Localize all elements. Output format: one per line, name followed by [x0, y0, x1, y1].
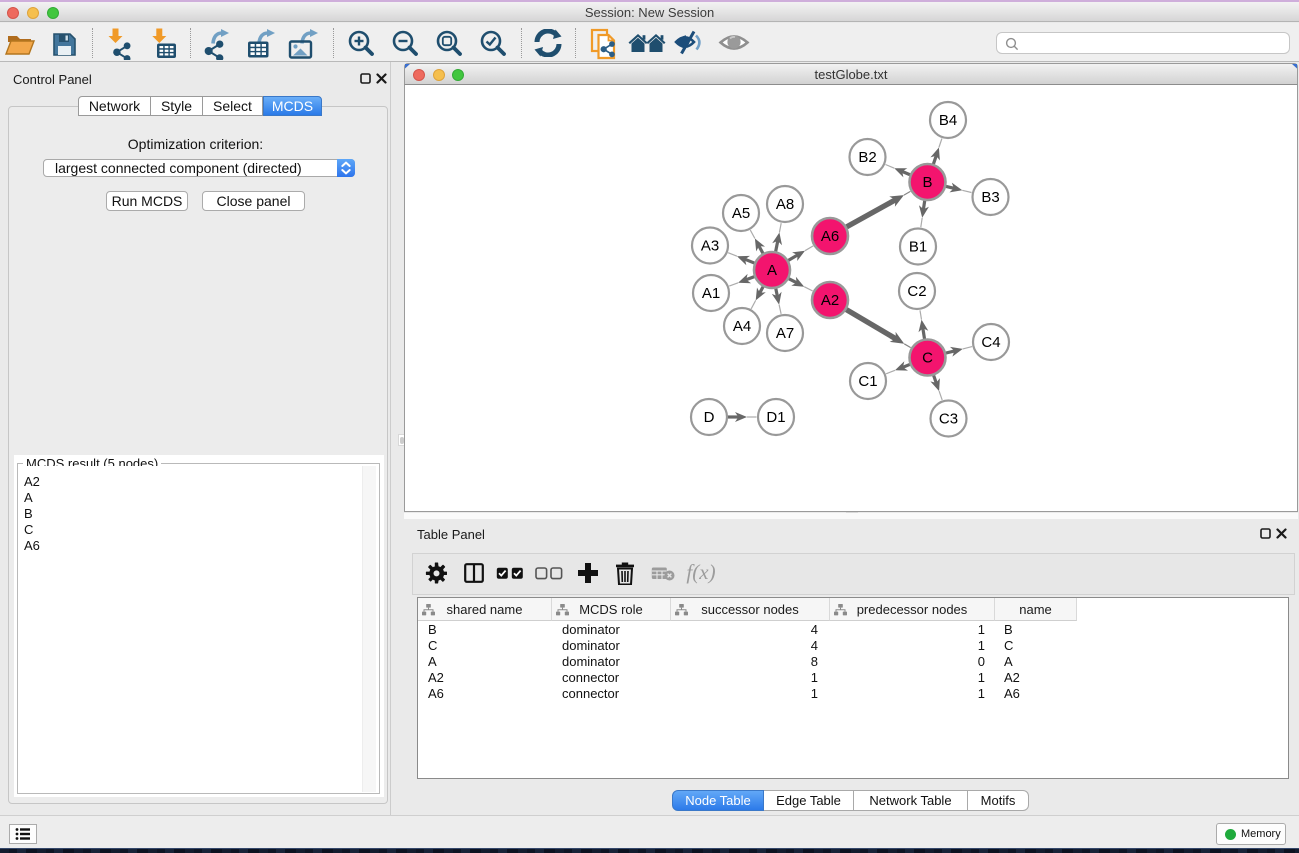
svg-text:A8: A8	[776, 196, 794, 213]
svg-text:A: A	[767, 262, 777, 279]
svg-text:f(x): f(x)	[686, 561, 715, 584]
svg-text:C1: C1	[858, 373, 877, 390]
svg-text:A4: A4	[733, 318, 751, 335]
svg-text:C3: C3	[939, 411, 958, 428]
svg-text:C: C	[922, 350, 933, 367]
svg-text:A1: A1	[702, 285, 720, 302]
svg-text:A5: A5	[732, 205, 750, 222]
svg-text:B3: B3	[981, 189, 999, 206]
svg-text:A6: A6	[821, 228, 839, 245]
svg-text:B2: B2	[858, 149, 876, 166]
svg-text:B: B	[922, 174, 932, 191]
svg-text:B1: B1	[909, 239, 927, 256]
svg-text:D: D	[704, 409, 715, 426]
svg-text:B4: B4	[939, 112, 957, 129]
svg-text:D1: D1	[766, 409, 785, 426]
svg-text:A3: A3	[701, 238, 719, 255]
svg-text:C2: C2	[907, 283, 926, 300]
svg-text:A7: A7	[776, 325, 794, 342]
svg-text:C4: C4	[981, 334, 1000, 351]
svg-text:A2: A2	[821, 292, 839, 309]
